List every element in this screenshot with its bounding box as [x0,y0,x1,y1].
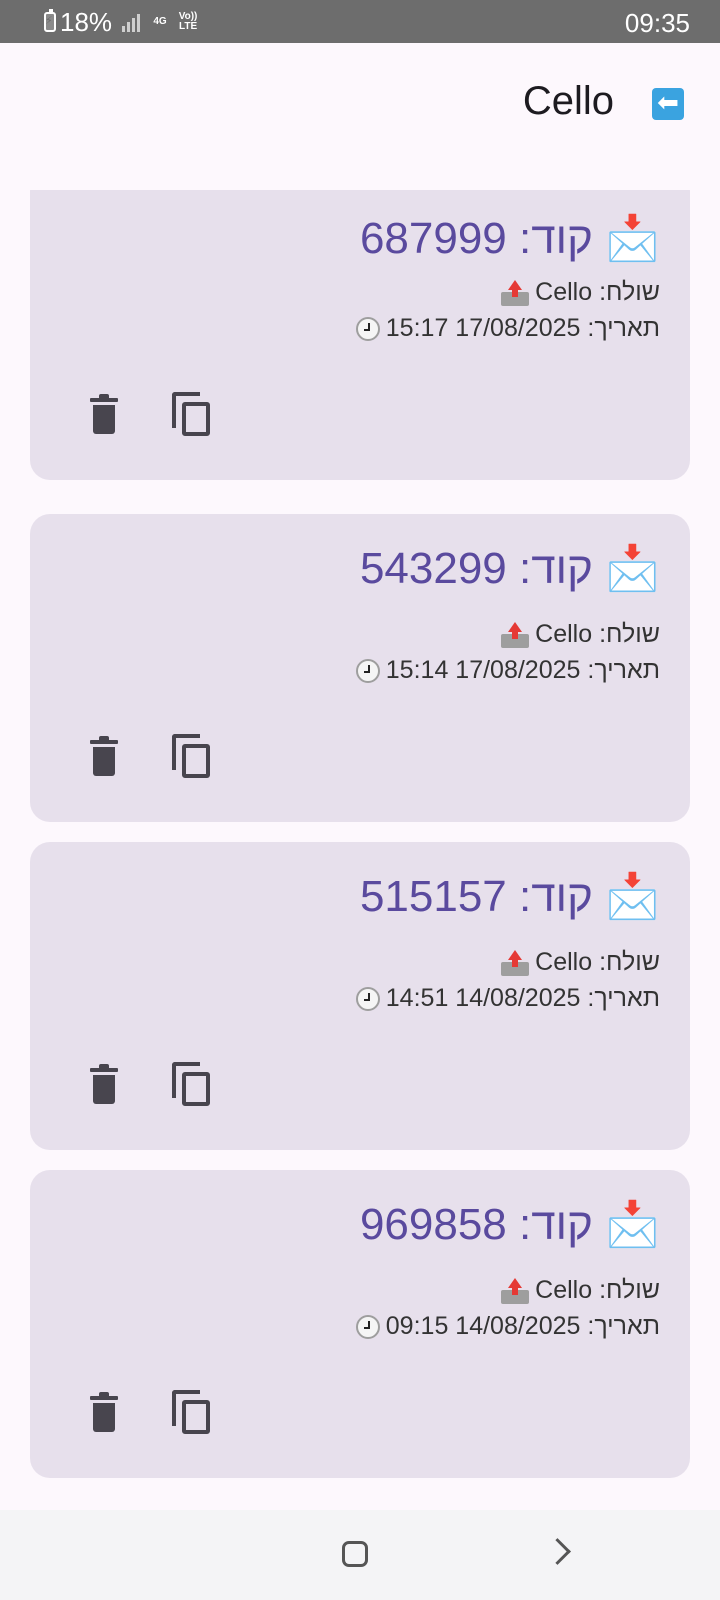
sender-row: שולח: Cello [501,1276,660,1305]
copy-icon[interactable] [172,392,212,436]
message-card[interactable]: 📩 קוד: 543299 שולח: Cello תאריך: 17/08/2… [30,514,690,822]
date-row: תאריך: 14/08/2025 09:15 [355,1312,660,1341]
signal-icon [122,12,144,32]
message-date: תאריך: 17/08/2025 15:17 [385,314,660,342]
message-sender: שולח: Cello [535,278,660,306]
sender-row: שולח: Cello [501,620,660,649]
outbox-icon [501,279,530,306]
clock-icon [355,658,380,683]
home-button-icon[interactable] [342,1541,368,1567]
outbox-icon [501,1277,530,1304]
message-code: 📩 קוד: 543299 [359,544,660,593]
message-code: 📩 קוד: 687999 [359,214,660,263]
message-code: 📩 קוד: 515157 [359,872,660,921]
status-bar: 18% 4G Vo)) LTE 09:35 [0,0,720,43]
battery-level: 18% [60,6,113,37]
message-date: תאריך: 14/08/2025 14:51 [385,984,660,1012]
status-time: 09:35 [624,8,690,38]
message-list[interactable]: 📩 קוד: 687999 שולח: Cello תאריך: 17/08/2… [30,190,690,1480]
delete-icon[interactable] [90,1064,118,1104]
message-date: תאריך: 14/08/2025 09:15 [385,1312,660,1340]
message-card[interactable]: 📩 קוד: 687999 שולח: Cello תאריך: 17/08/2… [30,190,690,480]
code-row: 📩 קוד: 969858 [360,1198,660,1250]
network-type: 4G [153,16,167,27]
delete-icon[interactable] [90,736,118,776]
message-code: 📩 קוד: 969858 [359,1200,660,1249]
outbox-icon [501,621,530,648]
sender-row: שולח: Cello [501,278,660,307]
date-row: תאריך: 17/08/2025 15:17 [355,314,660,343]
message-sender: שולח: Cello [535,948,660,976]
copy-icon[interactable] [172,1390,212,1434]
delete-icon[interactable] [90,1392,118,1432]
copy-icon[interactable] [172,734,212,778]
message-sender: שולח: Cello [535,620,660,648]
delete-icon[interactable] [90,394,118,434]
message-sender: שולח: Cello [535,1276,660,1304]
date-row: תאריך: 17/08/2025 15:14 [355,656,660,685]
message-date: תאריך: 17/08/2025 15:14 [385,656,660,684]
app-bar: Cello ⬅ [0,43,720,163]
clock-icon [355,1314,380,1339]
code-row: 📩 קוד: 543299 [360,542,660,594]
back-button-icon[interactable] [544,1538,571,1565]
message-card[interactable]: 📩 קוד: 969858 שולח: Cello תאריך: 14/08/2… [30,1170,690,1478]
volte-indicator: Vo)) LTE [178,11,198,32]
status-indicators: 18% 4G Vo)) LTE [44,6,200,37]
date-row: תאריך: 14/08/2025 14:51 [355,984,660,1013]
copy-icon[interactable] [172,1062,212,1106]
battery-icon [44,9,56,32]
back-arrow-icon[interactable]: ⬅ [652,88,684,120]
message-card[interactable]: 📩 קוד: 515157 שולח: Cello תאריך: 14/08/2… [30,842,690,1150]
clock-icon [355,986,380,1011]
outbox-icon [501,949,530,976]
code-row: 📩 קוד: 687999 [360,212,660,264]
system-nav-bar [0,1510,720,1600]
clock-icon [355,316,380,341]
sender-row: שולח: Cello [501,948,660,977]
code-row: 📩 קוד: 515157 [360,870,660,922]
page-title: Cello [522,79,614,123]
